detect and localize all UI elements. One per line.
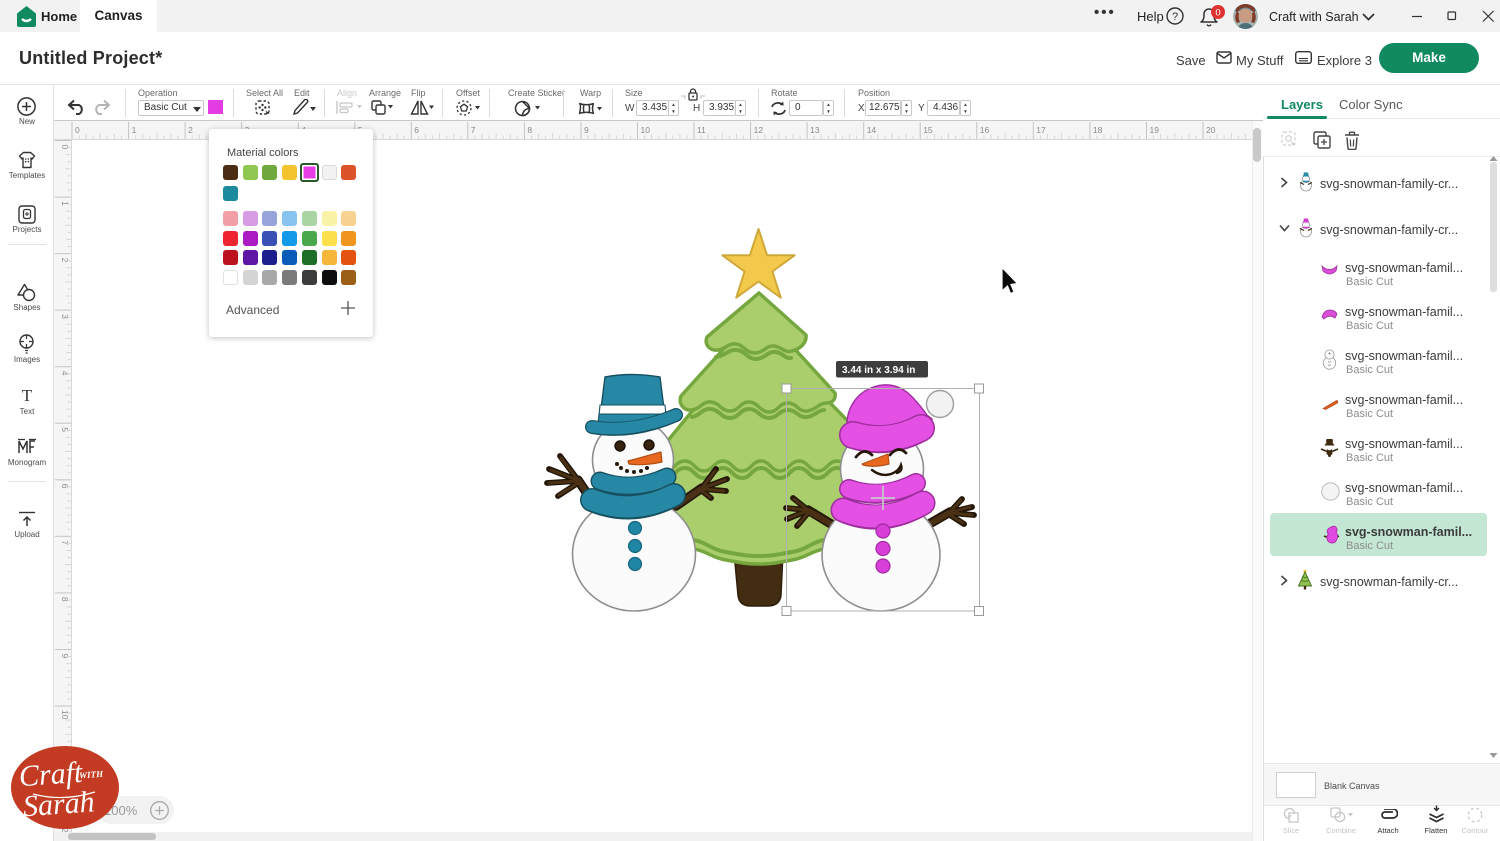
- svg-text:WITH: WITH: [79, 769, 105, 781]
- svg-text:Sarah: Sarah: [22, 785, 96, 823]
- svg-text:3.44 in x 3.94 in: 3.44 in x 3.94 in: [842, 365, 915, 376]
